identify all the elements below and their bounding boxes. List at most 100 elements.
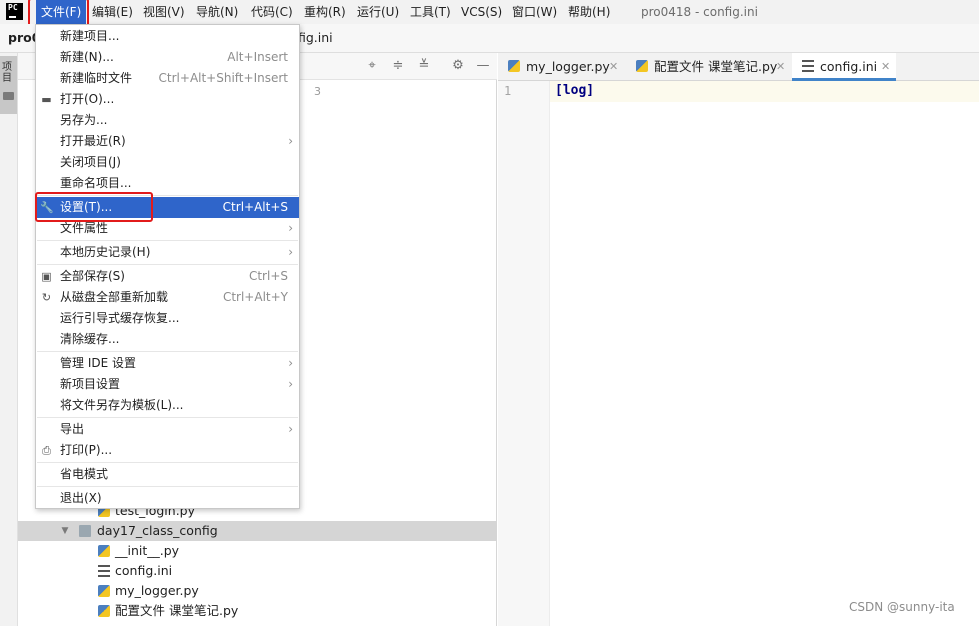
folder-open-icon: ▬	[41, 93, 52, 106]
menu-item-settings[interactable]: 🔧 设置(T)... Ctrl+Alt+S	[36, 197, 299, 218]
print-icon: ⎙	[42, 444, 51, 457]
menu-item-export[interactable]: 导出 ›	[36, 419, 299, 440]
watermark: CSDN @sunny-ita	[849, 600, 955, 614]
menu-bar: PC 文件(F) 编辑(E) 视图(V) 导航(N) 代码(C) 重构(R) 运…	[0, 0, 979, 24]
menu-item-save-as-template[interactable]: 将文件另存为模板(L)...	[36, 395, 299, 416]
tab-notes[interactable]: 配置文件 课堂笔记.py ✕	[626, 53, 792, 81]
editor-gutter	[498, 81, 550, 626]
menu-separator	[37, 240, 298, 241]
menu-item-exit[interactable]: 退出(X)	[36, 488, 299, 509]
menu-item-invalidate-caches[interactable]: 清除缓存...	[36, 329, 299, 350]
menu-item-file-properties[interactable]: 文件属性 ›	[36, 218, 299, 239]
tree-item-label: day17_class_config	[97, 523, 218, 538]
chevron-right-icon: ›	[288, 245, 293, 259]
save-icon: ▣	[41, 270, 52, 283]
python-file-icon	[98, 605, 110, 617]
menu-item-cache-recovery[interactable]: 运行引导式缓存恢复...	[36, 308, 299, 329]
project-tab-label: 项目	[2, 62, 12, 84]
tree-item-folder[interactable]: ▼ day17_class_config	[18, 521, 497, 541]
minimize-icon[interactable]: —	[475, 58, 491, 74]
menu-item-reload-all[interactable]: ↻ 从磁盘全部重新加载 Ctrl+Alt+Y	[36, 287, 299, 308]
menu-item-save-as[interactable]: 另存为...	[36, 110, 299, 131]
left-tool-strip: 项目	[0, 53, 18, 626]
python-file-icon	[98, 545, 110, 557]
pycharm-logo-icon: PC	[6, 3, 23, 20]
tab-my-logger[interactable]: my_logger.py ✕	[498, 53, 626, 81]
line-number: 1	[504, 84, 512, 98]
menu-item-manage-ide-settings[interactable]: 管理 IDE 设置 ›	[36, 353, 299, 374]
reload-icon: ↻	[41, 291, 52, 304]
menu-run[interactable]: 运行(U)	[357, 0, 399, 24]
menu-separator	[37, 264, 298, 265]
python-file-icon	[636, 60, 648, 72]
tree-item[interactable]: my_logger.py	[18, 581, 497, 601]
menu-item-power-save-mode[interactable]: 省电模式	[36, 464, 299, 485]
ini-file-icon	[98, 565, 110, 577]
menu-item-save-all[interactable]: ▣ 全部保存(S) Ctrl+S	[36, 266, 299, 287]
breadcrumb-file[interactable]: fig.ini	[298, 30, 333, 45]
close-icon[interactable]: ✕	[776, 53, 785, 81]
tab-label: config.ini	[820, 59, 878, 74]
tree-item[interactable]: __init__.py	[18, 541, 497, 561]
folder-icon	[3, 92, 14, 100]
menu-file[interactable]: 文件(F)	[36, 0, 87, 24]
editor-tab-bar: my_logger.py ✕ 配置文件 课堂笔记.py ✕ config.ini…	[498, 53, 979, 81]
menu-item-new-project-settings[interactable]: 新项目设置 ›	[36, 374, 299, 395]
locate-icon[interactable]: ⌖	[364, 58, 380, 74]
menu-edit[interactable]: 编辑(E)	[92, 0, 133, 24]
menu-item-rename-project[interactable]: 重命名项目...	[36, 173, 299, 194]
menu-refactor[interactable]: 重构(R)	[304, 0, 346, 24]
collapse-all-icon[interactable]: ≚	[416, 58, 432, 74]
tab-config-ini[interactable]: config.ini ✕	[792, 53, 896, 81]
tab-label: 配置文件 课堂笔记.py	[654, 59, 778, 74]
expand-all-icon[interactable]: ≑	[390, 58, 406, 74]
menu-navigate[interactable]: 导航(N)	[196, 0, 238, 24]
tree-item-label: config.ini	[115, 563, 173, 578]
menu-separator	[37, 351, 298, 352]
tree-item-label: my_logger.py	[115, 583, 199, 598]
menu-item-close-project[interactable]: 关闭项目(J)	[36, 152, 299, 173]
menu-tools[interactable]: 工具(T)	[410, 0, 451, 24]
menu-separator	[37, 462, 298, 463]
tree-item-label: __init__.py	[115, 543, 180, 558]
tree-item-label: 配置文件 课堂笔记.py	[115, 603, 239, 618]
ini-file-icon	[802, 60, 814, 72]
gear-icon[interactable]: ⚙	[450, 58, 466, 74]
wrench-icon: 🔧	[40, 201, 54, 214]
close-icon[interactable]: ✕	[881, 53, 890, 81]
python-file-icon	[508, 60, 520, 72]
chevron-down-icon[interactable]: ▼	[59, 521, 71, 541]
menu-view[interactable]: 视图(V)	[143, 0, 185, 24]
current-line-highlight	[550, 81, 979, 102]
menu-separator	[37, 195, 298, 196]
menu-item-new[interactable]: 新建(N)... Alt+Insert	[36, 47, 299, 68]
close-icon[interactable]: ✕	[609, 53, 618, 81]
tree-item[interactable]: 配置文件 课堂笔记.py	[18, 601, 497, 621]
chevron-right-icon: ›	[288, 134, 293, 148]
file-menu-dropdown: 新建项目... 新建(N)... Alt+Insert 新建临时文件 Ctrl+…	[35, 24, 300, 509]
tab-label: my_logger.py	[526, 59, 610, 74]
menu-vcs[interactable]: VCS(S)	[461, 0, 502, 24]
menu-item-open-recent[interactable]: 打开最近(R) ›	[36, 131, 299, 152]
menu-item-new-project[interactable]: 新建项目...	[36, 26, 299, 47]
menu-separator	[37, 417, 298, 418]
chevron-right-icon: ›	[288, 221, 293, 235]
code-text[interactable]: [log]	[555, 83, 594, 98]
menu-item-print[interactable]: ⎙ 打印(P)...	[36, 440, 299, 461]
menu-item-new-scratch-file[interactable]: 新建临时文件 Ctrl+Alt+Shift+Insert	[36, 68, 299, 89]
python-file-icon	[98, 585, 110, 597]
project-tool-window-tab[interactable]: 项目	[0, 56, 17, 114]
folder-icon	[79, 525, 91, 537]
menu-item-open[interactable]: ▬ 打开(O)...	[36, 89, 299, 110]
menu-help[interactable]: 帮助(H)	[568, 0, 610, 24]
tree-item[interactable]: config.ini	[18, 561, 497, 581]
chevron-right-icon: ›	[288, 356, 293, 370]
tree-partial-text: 3	[314, 85, 321, 98]
menu-item-local-history[interactable]: 本地历史记录(H) ›	[36, 242, 299, 263]
window-title: pro0418 - config.ini	[641, 5, 758, 19]
menu-window[interactable]: 窗口(W)	[512, 0, 557, 24]
chevron-right-icon: ›	[288, 377, 293, 391]
chevron-right-icon: ›	[288, 422, 293, 436]
menu-code[interactable]: 代码(C)	[251, 0, 293, 24]
menu-separator	[37, 486, 298, 487]
